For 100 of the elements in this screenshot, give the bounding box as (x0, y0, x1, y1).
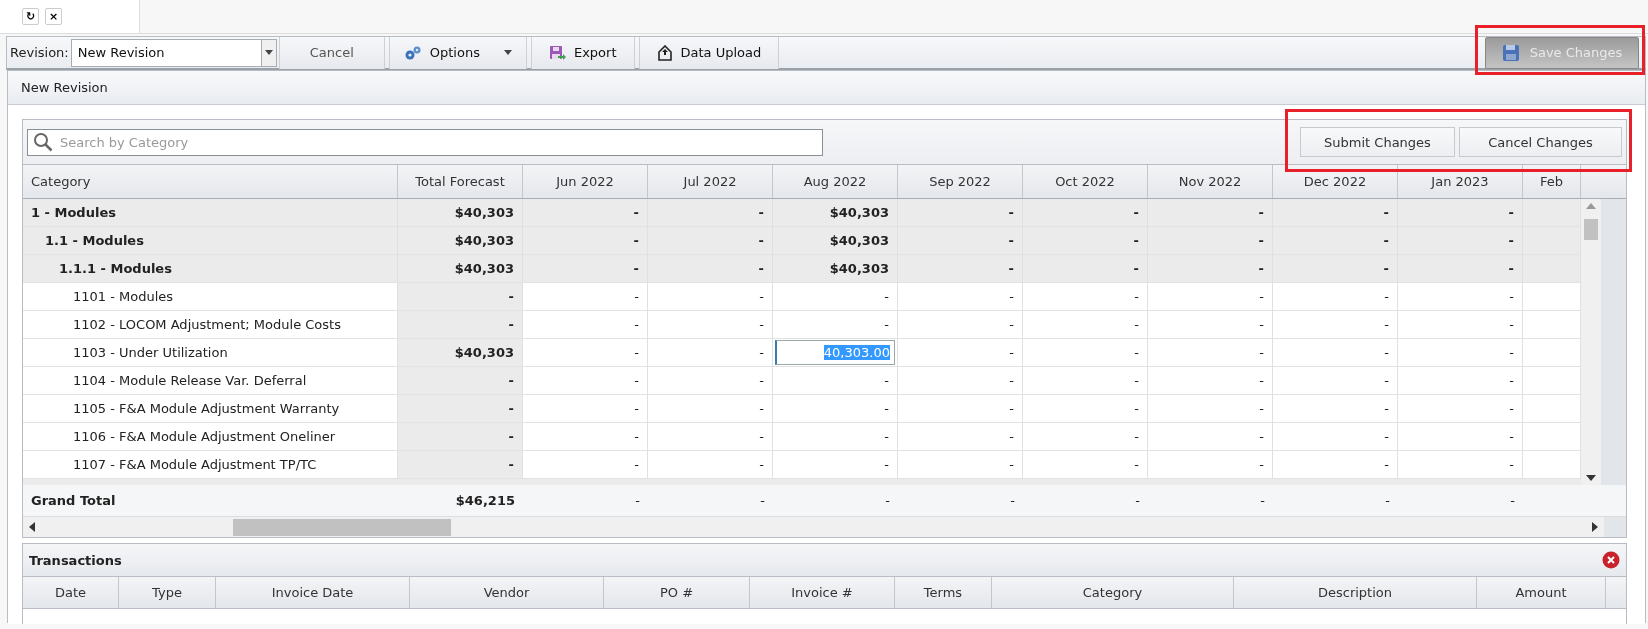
export-button[interactable]: Export (530, 36, 635, 69)
amount-cell: - (1148, 311, 1273, 338)
column-header[interactable]: Description (1234, 577, 1477, 608)
total-cell: $40,303 (398, 199, 523, 226)
amount-cell: - (1398, 311, 1523, 338)
amount-cell: - (1023, 199, 1148, 226)
column-header[interactable]: Jun 2022 (523, 165, 648, 198)
column-header[interactable]: Oct 2022 (1023, 165, 1148, 198)
scroll-left-icon (29, 522, 35, 532)
amount-cell: - (1148, 255, 1273, 282)
horizontal-scrollbar[interactable] (23, 517, 1604, 537)
options-button[interactable]: Options (388, 36, 527, 69)
column-header[interactable]: Date (23, 577, 119, 608)
caret-icon (264, 50, 273, 55)
amount-cell: $40,303 (773, 227, 898, 254)
amount-cell: - (1398, 367, 1523, 394)
amount-cell-text: - (634, 492, 641, 510)
scroll-down-icon (1586, 475, 1596, 481)
cancel-button[interactable]: Cancel (278, 36, 385, 69)
column-header[interactable]: Total Forecast (398, 165, 523, 198)
total-cell: $40,303 (398, 255, 523, 282)
category-cell: 1.1 - Modules (23, 227, 398, 254)
panel-title: New Revision (21, 80, 108, 95)
scroll-right-icon (1592, 522, 1598, 532)
amount-cell: - (1023, 283, 1148, 310)
cancel-changes-button[interactable]: Cancel Changes (1459, 127, 1622, 157)
amount-cell: - (898, 199, 1023, 226)
total-cell: $40,303 (398, 339, 523, 366)
column-header[interactable]: PO # (604, 577, 750, 608)
amount-cell: - (523, 451, 648, 478)
submit-changes-button[interactable]: Submit Changes (1300, 127, 1455, 157)
vertical-scrollbar[interactable] (1581, 199, 1601, 485)
column-header[interactable]: Category (23, 165, 398, 198)
panel-title: Transactions (29, 552, 122, 568)
upload-icon (656, 44, 673, 61)
amount-cell: - (898, 395, 1023, 422)
amount-cell: - (1148, 199, 1273, 226)
column-header[interactable]: Dec 2022 (1273, 165, 1398, 198)
amount-cell: - (523, 227, 648, 254)
column-header[interactable]: Jan 2023 (1398, 165, 1523, 198)
total-cell: - (398, 423, 523, 450)
amount-cell: - (1398, 339, 1523, 366)
amount-cell: - (648, 255, 773, 282)
amount-cell: - (1273, 311, 1398, 338)
column-header[interactable]: Terms (895, 577, 992, 608)
amount-cell: - (1023, 395, 1148, 422)
amount-cell: - (1273, 451, 1398, 478)
total-cell: - (398, 451, 523, 478)
amount-cell: - (773, 423, 898, 450)
refresh-button[interactable]: ↻ (22, 8, 39, 25)
amount-cell: - (1398, 255, 1523, 282)
upload-button[interactable]: Data Upload (638, 36, 780, 69)
amount-cell-text: - (1134, 492, 1141, 510)
column-header[interactable]: Invoice # (750, 577, 895, 608)
close-icon[interactable] (1602, 551, 1620, 569)
category-cell: 1 - Modules (23, 199, 398, 226)
column-header[interactable]: Nov 2022 (1148, 165, 1273, 198)
total-cell: $40,303 (398, 227, 523, 254)
amount-cell: - (648, 395, 773, 422)
column-header[interactable]: Amount (1477, 577, 1606, 608)
amount-cell: - (1148, 395, 1273, 422)
amount-cell: - (773, 283, 898, 310)
column-header[interactable]: Sep 2022 (898, 165, 1023, 198)
search-icon (33, 131, 53, 152)
scroll-thumb[interactable] (1584, 219, 1598, 240)
column-header[interactable]: Vendor (410, 577, 604, 608)
amount-cell: - (1398, 283, 1523, 310)
revision-field[interactable]: New Revision (70, 38, 261, 67)
amount-cell: - (1023, 451, 1148, 478)
scroll-up-icon (1586, 203, 1596, 209)
grand-total-label: Grand Total (30, 492, 117, 510)
column-header[interactable]: Invoice Date (216, 577, 410, 608)
amount-cell: - (523, 367, 648, 394)
amount-cell: - (1273, 255, 1398, 282)
amount-cell: $40,303 (773, 199, 898, 226)
amount-cell: - (523, 311, 648, 338)
amount-cell: - (1148, 367, 1273, 394)
total-cell: - (398, 395, 523, 422)
search-field[interactable]: Search by Category (27, 128, 823, 156)
category-cell: 1.1.1 - Modules (23, 255, 398, 282)
amount-cell-text: - (1509, 492, 1516, 510)
amount-cell-text: - (1384, 492, 1391, 510)
export-icon (548, 44, 566, 61)
column-header[interactable]: Jul 2022 (648, 165, 773, 198)
amount-cell: - (648, 423, 773, 450)
amount-cell: - (773, 451, 898, 478)
amount-cell-text: - (884, 492, 891, 510)
column-header[interactable]: Feb (1523, 165, 1581, 198)
revision-label: Revision: (9, 45, 70, 60)
amount-cell: - (898, 423, 1023, 450)
total-cell: - (398, 283, 523, 310)
amount-cell: - (1023, 227, 1148, 254)
amount-cell: - (1273, 339, 1398, 366)
scroll-thumb[interactable] (233, 519, 451, 536)
column-header[interactable]: Category (992, 577, 1234, 608)
total-cell: - (398, 367, 523, 394)
amount-cell: - (1023, 255, 1148, 282)
column-header[interactable]: Type (119, 577, 216, 608)
column-header[interactable]: Aug 2022 (773, 165, 898, 198)
close-button[interactable]: × (45, 8, 62, 25)
